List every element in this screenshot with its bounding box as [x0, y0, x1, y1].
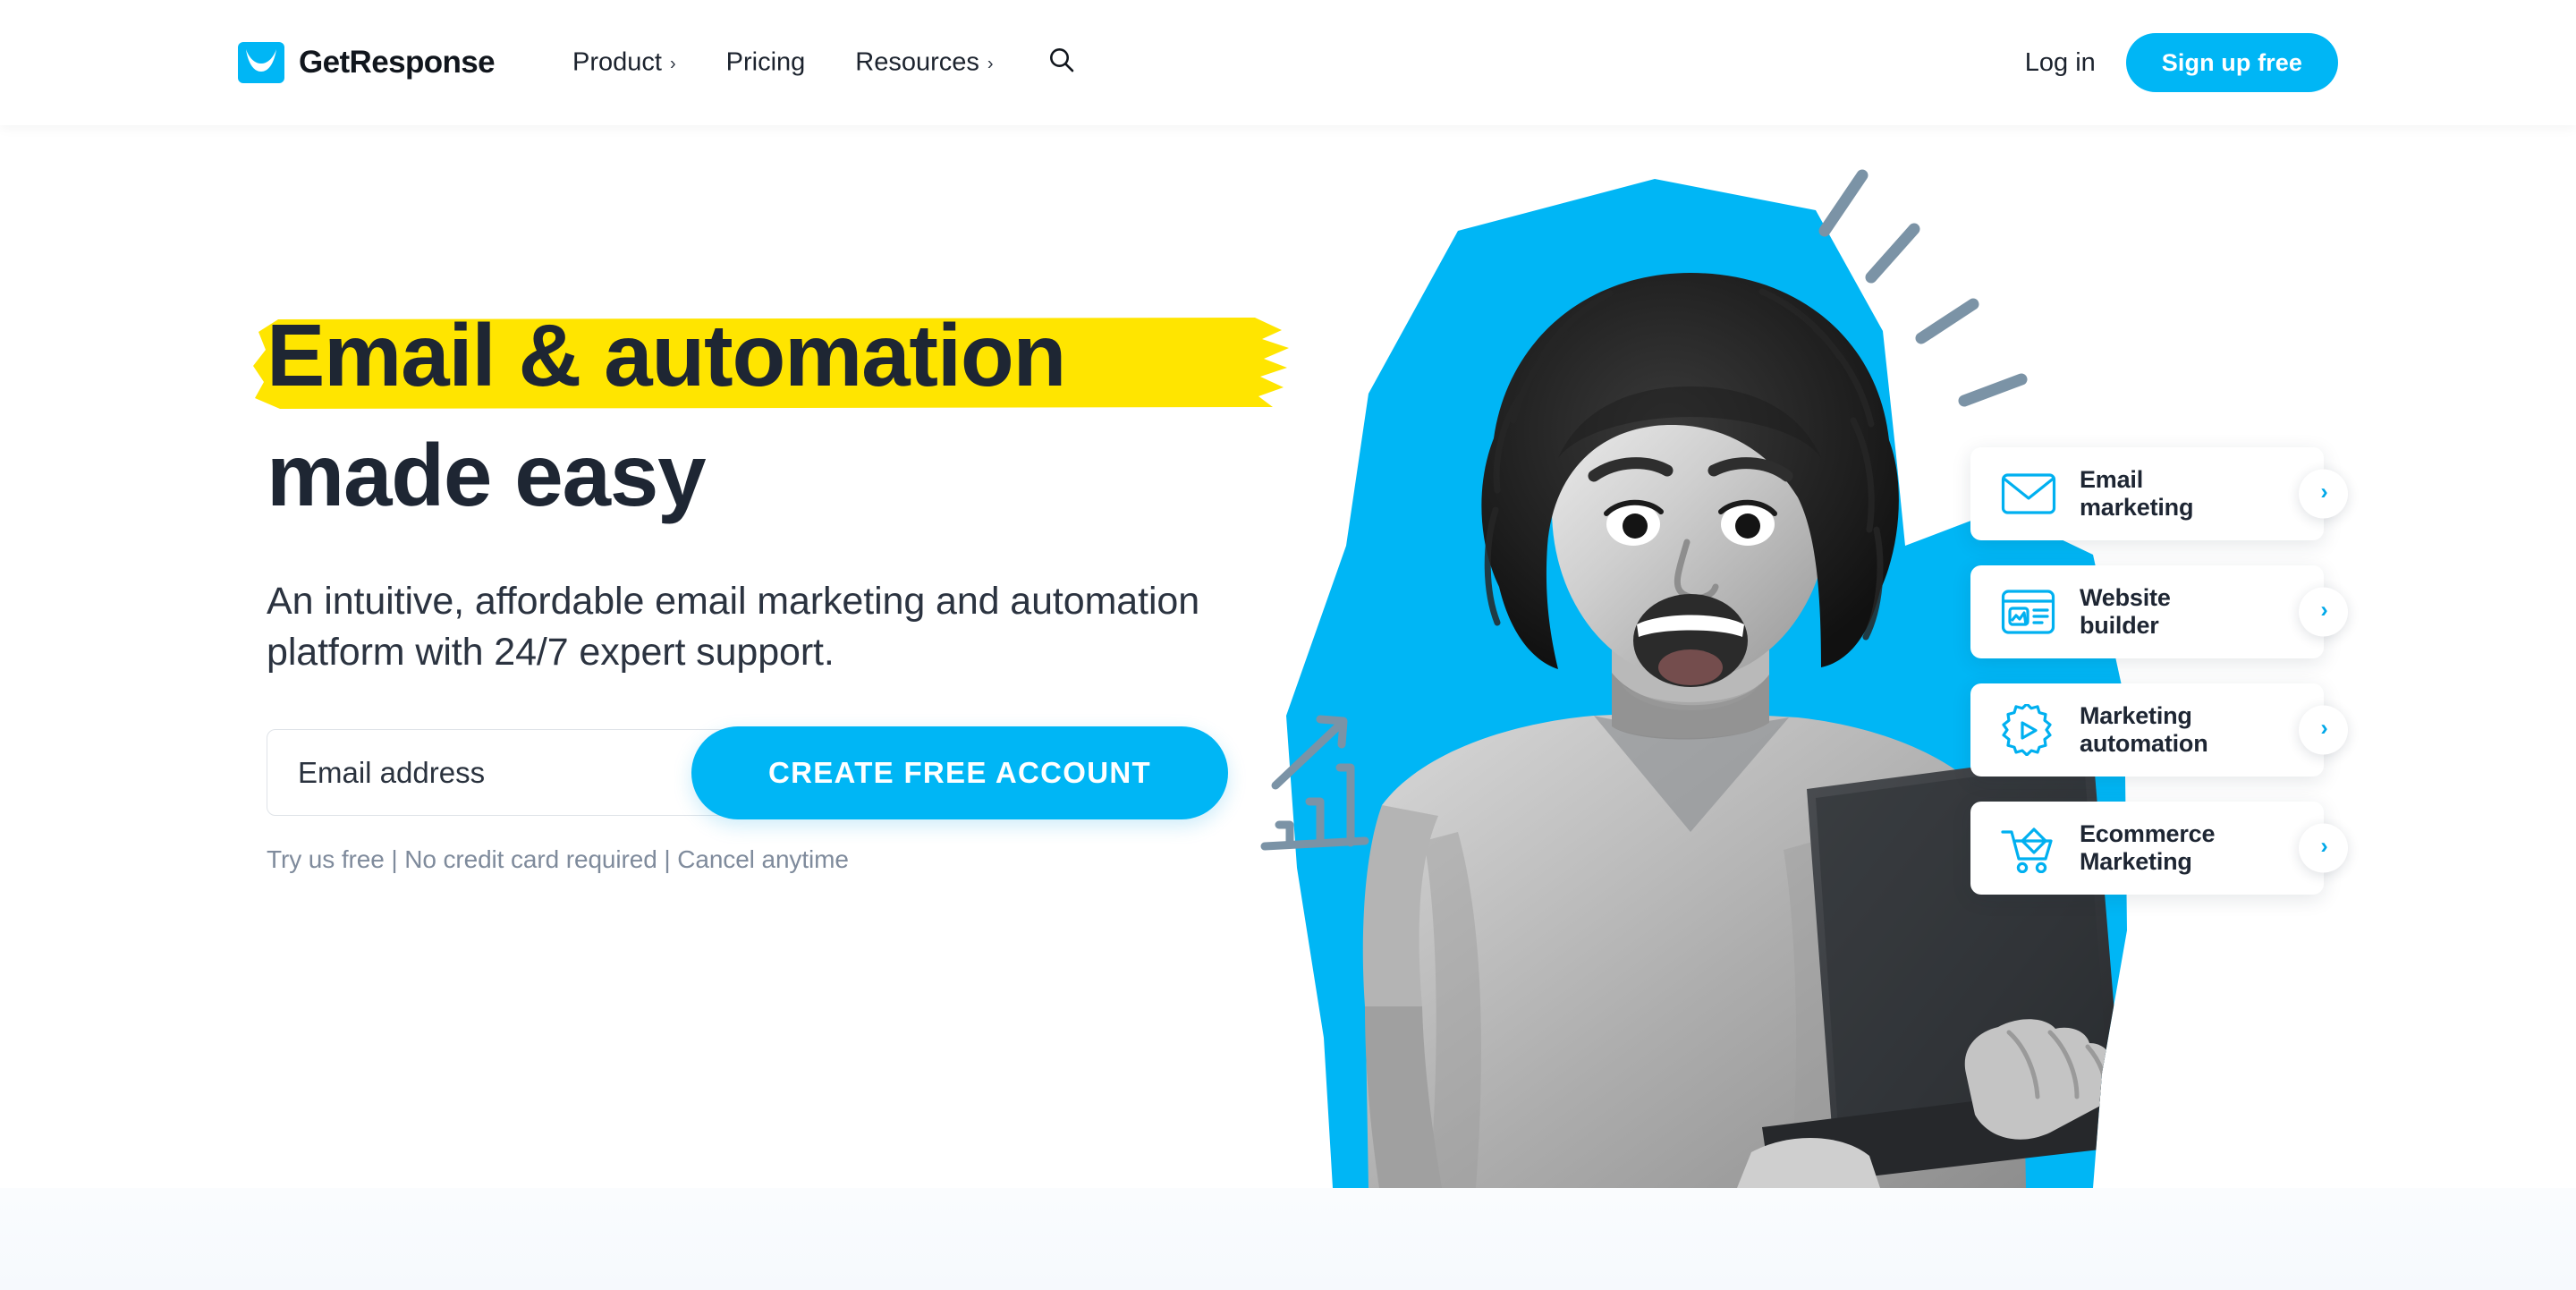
search-button[interactable] — [1019, 45, 1105, 81]
search-icon — [1046, 45, 1078, 81]
page-title: Email & automation made easy — [253, 306, 1322, 524]
envelope-smile-logo-icon — [238, 42, 284, 83]
site-header: GetResponse Product › Pricing Resources … — [0, 0, 2576, 125]
shopping-cart-icon — [2001, 822, 2056, 874]
header-inner: GetResponse Product › Pricing Resources … — [0, 0, 2576, 125]
chevron-right-icon: › — [669, 54, 676, 73]
feature-card-label: Email marketing — [2080, 465, 2194, 521]
gear-play-icon — [2001, 704, 2056, 756]
next-section-strip — [0, 1188, 2576, 1290]
feature-card-ecommerce-marketing[interactable]: Ecommerce Marketing › — [1970, 802, 2348, 895]
headline-text-1: Email & automation — [267, 306, 1066, 404]
brand-name: GetResponse — [299, 45, 496, 80]
signup-free-button[interactable]: Sign up free — [2125, 33, 2338, 92]
feature-card-email-marketing[interactable]: Email marketing › — [1970, 447, 2348, 540]
main-nav: Product › Pricing Resources › — [547, 45, 1105, 81]
feature-card-label: Website builder — [2080, 583, 2171, 639]
nav-label-pricing: Pricing — [725, 47, 806, 77]
hero-signup-form: CREATE FREE ACCOUNT — [267, 726, 1228, 820]
envelope-icon — [2001, 468, 2056, 520]
chevron-right-icon: › — [2320, 833, 2328, 859]
login-link[interactable]: Log in — [1995, 48, 2126, 78]
feature-card-arrow-button[interactable]: › — [2299, 705, 2348, 755]
chevron-right-icon: › — [2320, 479, 2328, 505]
headline-line-1: Email & automation — [253, 306, 1322, 409]
website-builder-icon — [2001, 586, 2056, 638]
hero-section: Email & automation made easy An intuitiv… — [0, 125, 2576, 1188]
nav-item-pricing[interactable]: Pricing — [701, 48, 831, 78]
chevron-right-icon: › — [987, 54, 994, 73]
nav-item-resources[interactable]: Resources › — [830, 48, 1018, 78]
form-disclaimer: Try us free | No credit card required | … — [267, 845, 849, 874]
header-actions: Log in Sign up free — [1995, 33, 2338, 92]
chevron-right-icon: › — [2320, 597, 2328, 623]
hero-subheadline: An intuitive, affordable email marketing… — [267, 579, 1200, 674]
feature-card-label: Ecommerce Marketing — [2080, 819, 2216, 875]
headline-line-2: made easy — [267, 425, 1322, 524]
nav-label-resources: Resources — [855, 47, 979, 77]
feature-card-website-builder[interactable]: Website builder › — [1970, 565, 2348, 658]
feature-cards-list: Email marketing › Website builder › Mark… — [1970, 447, 2348, 920]
feature-card-arrow-button[interactable]: › — [2299, 823, 2348, 873]
feature-card-arrow-button[interactable]: › — [2299, 469, 2348, 519]
feature-card-label: Marketing automation — [2080, 701, 2208, 757]
chevron-right-icon: › — [2320, 715, 2328, 741]
nav-item-product[interactable]: Product › — [547, 48, 701, 78]
create-free-account-button[interactable]: CREATE FREE ACCOUNT — [691, 726, 1228, 820]
feature-card-arrow-button[interactable]: › — [2299, 587, 2348, 637]
nav-label-product: Product — [572, 47, 662, 77]
hero-copy: Email & automation made easy An intuitiv… — [253, 306, 1322, 874]
feature-card-marketing-automation[interactable]: Marketing automation › — [1970, 683, 2348, 777]
page-root: GetResponse Product › Pricing Resources … — [0, 0, 2576, 1290]
headline-text-2: made easy — [267, 425, 707, 524]
brand-logo-link[interactable]: GetResponse — [238, 42, 496, 83]
